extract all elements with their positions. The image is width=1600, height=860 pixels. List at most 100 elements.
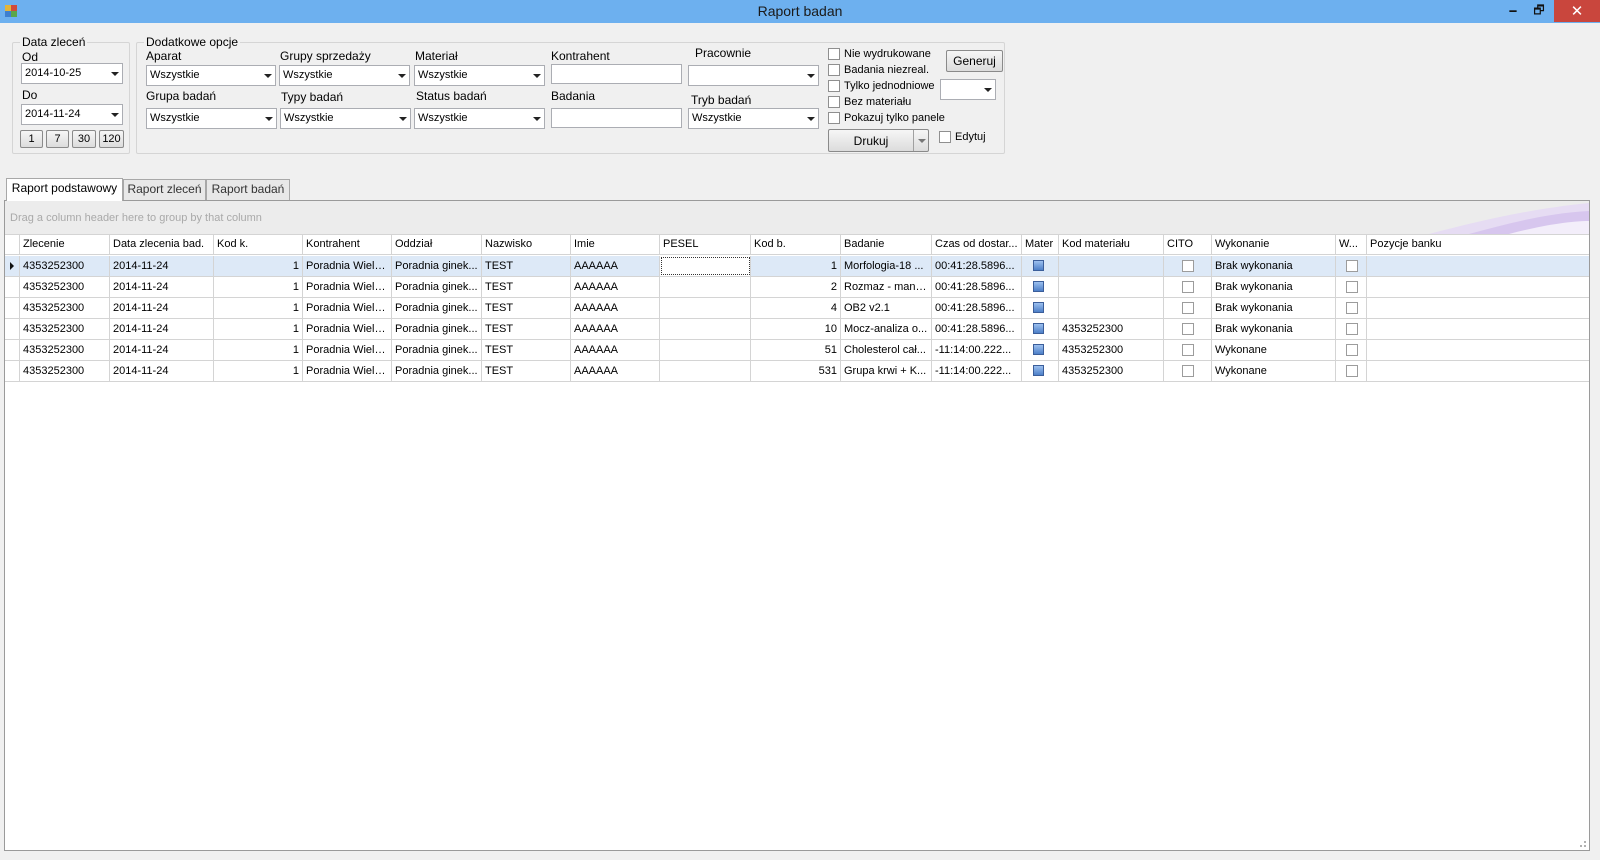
- cell-czas[interactable]: 00:41:28.5896...: [932, 319, 1022, 339]
- checkbox-box[interactable]: [1182, 302, 1194, 314]
- to-date-picker[interactable]: 2014-11-24: [21, 104, 123, 125]
- group-by-panel[interactable]: Drag a column header here to group by th…: [5, 201, 1589, 234]
- column-header-w[interactable]: W...: [1336, 235, 1367, 255]
- cell-w[interactable]: [1336, 361, 1367, 381]
- cell-kontrahent[interactable]: Poradnia Wielo...: [303, 277, 392, 297]
- checkbox-box[interactable]: [1346, 302, 1358, 314]
- cell-data-zlecenia[interactable]: 2014-11-24: [110, 256, 214, 276]
- minimize-button[interactable]: 🗕: [1500, 0, 1526, 22]
- row-indicator[interactable]: [5, 319, 20, 339]
- table-row[interactable]: 4353252300 2014-11-24 1 Poradnia Wielo... Po…: [5, 256, 1589, 277]
- day-filter-select[interactable]: [940, 79, 996, 100]
- cell-pesel[interactable]: [660, 256, 751, 276]
- cell-pesel[interactable]: [660, 298, 751, 318]
- cell-kontrahent[interactable]: Poradnia Wielo...: [303, 256, 392, 276]
- tab-raport-podstawowy[interactable]: Raport podstawowy: [6, 178, 123, 201]
- checkbox-box[interactable]: [939, 131, 951, 143]
- checkbox-box[interactable]: [1346, 365, 1358, 377]
- checkbox-box[interactable]: [828, 112, 840, 124]
- column-header-oddzial[interactable]: Oddział: [392, 235, 482, 255]
- column-header-imie[interactable]: Imie: [571, 235, 660, 255]
- cell-czas[interactable]: 00:41:28.5896...: [932, 277, 1022, 297]
- checkbox-box[interactable]: [828, 48, 840, 60]
- cell-kod-b[interactable]: 4: [751, 298, 841, 318]
- cell-imie[interactable]: AAAAAA: [571, 256, 660, 276]
- cell-pesel[interactable]: [660, 319, 751, 339]
- cell-zlecenie[interactable]: 4353252300: [20, 277, 110, 297]
- row-indicator[interactable]: [5, 340, 20, 360]
- column-header-kod-materialu[interactable]: Kod materiału: [1059, 235, 1164, 255]
- checkbox-box[interactable]: [1346, 281, 1358, 293]
- cell-wykonanie[interactable]: Wykonane: [1212, 361, 1336, 381]
- generuj-button[interactable]: Generuj: [946, 50, 1003, 72]
- column-header-nazwisko[interactable]: Nazwisko: [482, 235, 571, 255]
- cell-kod-b[interactable]: 10: [751, 319, 841, 339]
- checkbox-box[interactable]: [1182, 344, 1194, 356]
- cell-oddzial[interactable]: Poradnia ginek...: [392, 298, 482, 318]
- cell-pozycje-banku[interactable]: [1367, 319, 1591, 339]
- badania-input[interactable]: [551, 108, 682, 128]
- cell-imie[interactable]: AAAAAA: [571, 298, 660, 318]
- range-30-days-button[interactable]: 30: [72, 130, 96, 148]
- close-button[interactable]: ✕: [1554, 0, 1600, 22]
- cell-oddzial[interactable]: Poradnia ginek...: [392, 319, 482, 339]
- checkbox-box[interactable]: [1346, 344, 1358, 356]
- maximize-button[interactable]: 🗗: [1526, 0, 1552, 22]
- column-header-mater[interactable]: Mater: [1022, 235, 1059, 255]
- cell-imie[interactable]: AAAAAA: [571, 361, 660, 381]
- checkbox-box[interactable]: [1182, 260, 1194, 272]
- report-grid[interactable]: Drag a column header here to group by th…: [4, 200, 1590, 851]
- cell-nazwisko[interactable]: TEST: [482, 298, 571, 318]
- tryb-badan-select[interactable]: Wszystkie: [688, 108, 819, 129]
- cell-czas[interactable]: 00:41:28.5896...: [932, 298, 1022, 318]
- cell-data-zlecenia[interactable]: 2014-11-24: [110, 277, 214, 297]
- range-1-day-button[interactable]: 1: [20, 130, 43, 148]
- cell-wykonanie[interactable]: Brak wykonania: [1212, 319, 1336, 339]
- typy-badan-select[interactable]: Wszystkie: [280, 108, 411, 129]
- cell-pozycje-banku[interactable]: [1367, 340, 1591, 360]
- cell-imie[interactable]: AAAAAA: [571, 319, 660, 339]
- column-header-wykonanie[interactable]: Wykonanie: [1212, 235, 1336, 255]
- tab-raport-zlecen[interactable]: Raport zleceń: [123, 179, 206, 200]
- cell-kod-materialu[interactable]: 4353252300: [1059, 340, 1164, 360]
- row-indicator[interactable]: [5, 361, 20, 381]
- cell-kod-b[interactable]: 1: [751, 256, 841, 276]
- cell-nazwisko[interactable]: TEST: [482, 256, 571, 276]
- column-header-badanie[interactable]: Badanie: [841, 235, 932, 255]
- cell-badanie[interactable]: Cholesterol cał...: [841, 340, 932, 360]
- cell-kod-k[interactable]: 1: [214, 340, 303, 360]
- range-7-days-button[interactable]: 7: [46, 130, 69, 148]
- cell-wykonanie[interactable]: Wykonane: [1212, 340, 1336, 360]
- cell-pesel[interactable]: [660, 340, 751, 360]
- cell-kod-materialu[interactable]: [1059, 277, 1164, 297]
- drukuj-split-button[interactable]: Drukuj: [828, 129, 929, 152]
- cell-zlecenie[interactable]: 4353252300: [20, 256, 110, 276]
- cell-zlecenie[interactable]: 4353252300: [20, 361, 110, 381]
- resize-grip-icon[interactable]: [1577, 838, 1587, 848]
- pokazuj-tylko-panele-checkbox[interactable]: Pokazuj tylko panele: [828, 112, 945, 124]
- cell-zlecenie[interactable]: 4353252300: [20, 319, 110, 339]
- cell-kod-materialu[interactable]: 4353252300: [1059, 361, 1164, 381]
- cell-kontrahent[interactable]: Poradnia Wielo...: [303, 340, 392, 360]
- tylko-jednodniowe-checkbox[interactable]: Tylko jednodniowe: [828, 80, 935, 92]
- pracownie-select[interactable]: [688, 65, 819, 86]
- column-header-kontrahent[interactable]: Kontrahent: [303, 235, 392, 255]
- cell-pesel[interactable]: [660, 361, 751, 381]
- cell-oddzial[interactable]: Poradnia ginek...: [392, 277, 482, 297]
- cell-kod-k[interactable]: 1: [214, 256, 303, 276]
- cell-czas[interactable]: 00:41:28.5896...: [932, 256, 1022, 276]
- cell-data-zlecenia[interactable]: 2014-11-24: [110, 361, 214, 381]
- checkbox-box[interactable]: [828, 64, 840, 76]
- cell-mater[interactable]: [1022, 277, 1059, 297]
- cell-kod-materialu[interactable]: 4353252300: [1059, 319, 1164, 339]
- cell-cito[interactable]: [1164, 361, 1212, 381]
- column-header-zlecenie[interactable]: Zlecenie: [20, 235, 110, 255]
- cell-mater[interactable]: [1022, 361, 1059, 381]
- cell-zlecenie[interactable]: 4353252300: [20, 298, 110, 318]
- grupy-sprzedazy-select[interactable]: Wszystkie: [279, 65, 410, 86]
- cell-kontrahent[interactable]: Poradnia Wielo...: [303, 319, 392, 339]
- cell-w[interactable]: [1336, 256, 1367, 276]
- cell-w[interactable]: [1336, 277, 1367, 297]
- column-header-pozycje-banku[interactable]: Pozycje banku: [1367, 235, 1591, 255]
- cell-cito[interactable]: [1164, 277, 1212, 297]
